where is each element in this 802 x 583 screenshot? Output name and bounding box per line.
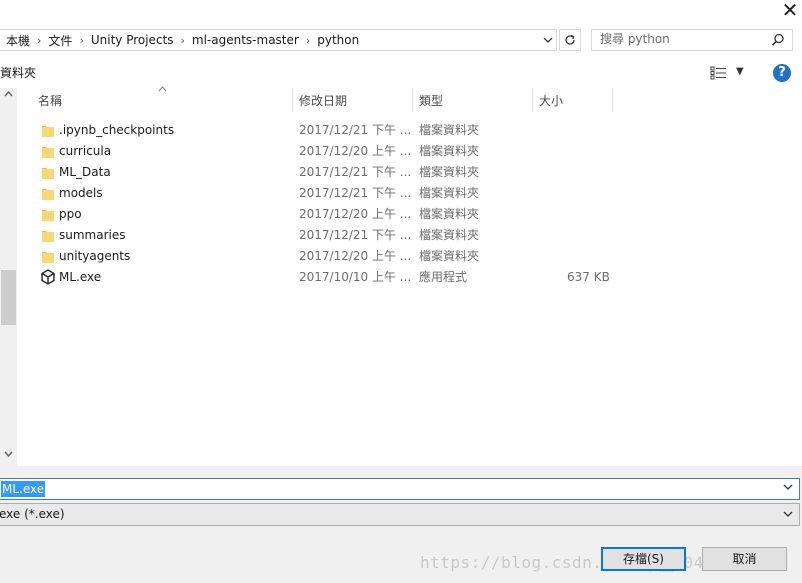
- file-date: 2017/12/21 下午 ...: [299, 228, 412, 242]
- refresh-button[interactable]: [559, 29, 581, 51]
- address-bar[interactable]: 本機 › 文件 › Unity Projects › ml-agents-mas…: [0, 29, 557, 51]
- list-item[interactable]: ML.exe 2017/10/10 上午 ... 應用程式 637 KB: [34, 267, 614, 288]
- folder-icon: [42, 147, 54, 158]
- refresh-icon: [565, 34, 575, 45]
- folder-icon: [42, 189, 54, 200]
- list-item[interactable]: unityagents 2017/12/20 上午 ... 檔案資料夾: [34, 246, 614, 267]
- file-name[interactable]: unityagents: [59, 246, 130, 267]
- file-type: 檔案資料夾: [419, 123, 480, 137]
- file-name[interactable]: curricula: [59, 141, 111, 162]
- file-type: 檔案資料夾: [419, 165, 480, 179]
- chevron-down-icon[interactable]: [783, 507, 793, 520]
- new-folder-button[interactable]: 資料夾: [0, 64, 36, 81]
- unity-app-icon: [41, 269, 55, 285]
- file-name[interactable]: summaries: [59, 225, 126, 246]
- file-type: 檔案資料夾: [419, 144, 480, 158]
- scroll-down-icon[interactable]: [0, 450, 17, 464]
- file-type: 檔案資料夾: [419, 207, 480, 221]
- column-header-date[interactable]: 修改日期: [293, 88, 413, 112]
- view-options-icon[interactable]: [710, 66, 728, 80]
- file-name[interactable]: ppo: [59, 204, 82, 225]
- file-date: 2017/12/21 下午 ...: [299, 165, 412, 179]
- list-item[interactable]: curricula 2017/12/20 上午 ... 檔案資料夾: [34, 141, 614, 162]
- folder-icon: [42, 126, 54, 137]
- breadcrumb-unity-projects[interactable]: Unity Projects: [87, 33, 178, 47]
- search-input[interactable]: [592, 30, 770, 48]
- column-header-size[interactable]: 大小: [533, 88, 613, 112]
- file-name[interactable]: models: [59, 183, 103, 204]
- breadcrumb-this-pc[interactable]: 本機: [0, 32, 34, 49]
- file-date: 2017/10/10 上午 ...: [299, 270, 412, 284]
- folder-icon: [42, 231, 54, 242]
- list-item[interactable]: ppo 2017/12/20 上午 ... 檔案資料夾: [34, 204, 614, 225]
- chevron-right-icon[interactable]: ›: [34, 34, 44, 47]
- file-type: 檔案資料夾: [419, 228, 480, 242]
- chevron-right-icon[interactable]: ›: [178, 34, 188, 47]
- file-date: 2017/12/20 上午 ...: [299, 144, 412, 158]
- chevron-down-icon[interactable]: ▼: [736, 66, 744, 77]
- list-item[interactable]: models 2017/12/21 下午 ... 檔案資料夾: [34, 183, 614, 204]
- file-name[interactable]: ML.exe: [59, 267, 101, 288]
- column-header-type[interactable]: 類型: [413, 88, 533, 112]
- chevron-down-icon[interactable]: [783, 480, 793, 493]
- file-date: 2017/12/21 下午 ...: [299, 123, 412, 137]
- scrollbar-thumb[interactable]: [1, 270, 16, 325]
- folder-icon: [42, 168, 54, 179]
- save-button[interactable]: 存檔(S): [601, 547, 686, 571]
- chevron-right-icon[interactable]: ›: [76, 34, 86, 47]
- chevron-right-icon[interactable]: ›: [303, 34, 313, 47]
- file-size: 637 KB: [567, 270, 610, 284]
- file-type: 檔案資料夾: [419, 249, 480, 263]
- cancel-button[interactable]: 取消: [702, 547, 787, 571]
- file-date: 2017/12/20 上午 ...: [299, 207, 412, 221]
- filename-field[interactable]: ML.exe: [0, 478, 800, 500]
- file-name[interactable]: .ipynb_checkpoints: [59, 120, 174, 141]
- filetype-select[interactable]: exe (*.exe): [0, 503, 800, 526]
- sort-ascending-icon: [158, 85, 167, 95]
- file-type: 檔案資料夾: [419, 186, 480, 200]
- file-name[interactable]: ML_Data: [59, 162, 111, 183]
- breadcrumb-ml-agents-master[interactable]: ml-agents-master: [188, 33, 303, 47]
- folder-icon: [42, 210, 54, 221]
- file-type: 應用程式: [419, 270, 468, 284]
- search-icon[interactable]: [771, 33, 785, 47]
- filetype-value: exe (*.exe): [0, 507, 65, 521]
- scroll-up-icon[interactable]: [0, 90, 17, 104]
- breadcrumb-documents[interactable]: 文件: [44, 32, 76, 49]
- file-date: 2017/12/21 下午 ...: [299, 186, 412, 200]
- search-box[interactable]: [591, 29, 793, 51]
- filename-value[interactable]: ML.exe: [1, 481, 46, 497]
- help-icon[interactable]: ?: [773, 64, 791, 82]
- folder-icon: [42, 252, 54, 263]
- breadcrumb-python[interactable]: python: [313, 33, 363, 47]
- close-icon[interactable]: ✕: [778, 0, 802, 22]
- chevron-down-icon[interactable]: [540, 30, 556, 50]
- list-item[interactable]: ML_Data 2017/12/21 下午 ... 檔案資料夾: [34, 162, 614, 183]
- list-item[interactable]: .ipynb_checkpoints 2017/12/21 下午 ... 檔案資…: [34, 120, 614, 141]
- list-item[interactable]: summaries 2017/12/21 下午 ... 檔案資料夾: [34, 225, 614, 246]
- file-date: 2017/12/20 上午 ...: [299, 249, 412, 263]
